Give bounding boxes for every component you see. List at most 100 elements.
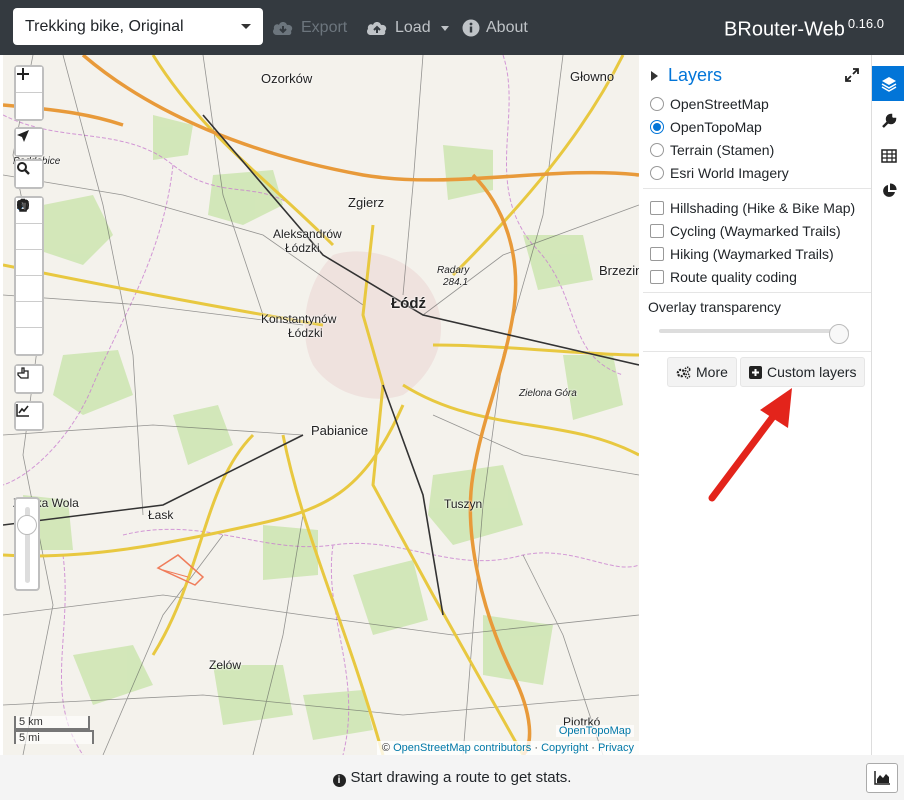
layers-icon: [881, 76, 896, 92]
checkbox[interactable]: [650, 247, 664, 261]
tab-analysis[interactable]: [872, 173, 904, 208]
area-chart-icon: [874, 771, 890, 785]
cogs-icon: [676, 365, 691, 379]
overlay-transparency-label: Overlay transparency: [648, 299, 782, 315]
search-control: [14, 159, 44, 189]
checkbox[interactable]: [650, 224, 664, 238]
locate-button[interactable]: [16, 129, 42, 155]
place-label: Pabianice: [311, 423, 369, 438]
base-layer-terrain[interactable]: Terrain (Stamen): [650, 142, 774, 158]
cloud-download-icon: [273, 22, 293, 35]
load-label: Load: [395, 19, 431, 36]
custom-layers-label: Custom layers: [767, 364, 857, 380]
base-layer-esri[interactable]: Esri World Imagery: [650, 165, 789, 181]
privacy-link[interactable]: Privacy: [598, 742, 634, 754]
table-icon: [880, 148, 897, 163]
radio-button-checked[interactable]: [650, 120, 664, 134]
slider-handle[interactable]: [17, 515, 37, 535]
pie-chart-icon: [882, 182, 897, 197]
elevation-button[interactable]: [16, 403, 42, 429]
wrench-icon: [881, 113, 896, 128]
reverse-route-button[interactable]: [16, 199, 42, 250]
expand-icon[interactable]: [844, 67, 860, 83]
elevation-toggle-button[interactable]: [866, 763, 898, 793]
base-layer-label: Esri World Imagery: [670, 165, 789, 181]
base-layer-label: OpenTopoMap: [670, 119, 762, 135]
place-label: Brzezin: [599, 263, 639, 278]
beeline-button[interactable]: [16, 366, 42, 392]
overlay-hillshading[interactable]: Hillshading (Hike & Bike Map): [650, 200, 855, 216]
radio-button[interactable]: [650, 143, 664, 157]
tab-settings[interactable]: [872, 103, 904, 138]
stats-footer: i Start drawing a route to get stats.: [0, 755, 904, 800]
layers-title: Layers: [668, 65, 723, 85]
route-tools: [14, 196, 44, 356]
hand-pointer-icon: [17, 367, 29, 379]
stats-message-text: Start drawing a route to get stats.: [350, 769, 572, 786]
no-go-area-button[interactable]: [16, 199, 42, 276]
map-tiles: [3, 55, 639, 755]
overlay-cycling[interactable]: Cycling (Waymarked Trails): [650, 223, 841, 239]
place-label: Łódź: [391, 295, 426, 312]
base-layer-osm[interactable]: OpenStreetMap: [650, 96, 769, 112]
place-label: Łódzki: [285, 241, 320, 255]
beeline-control: [14, 364, 44, 394]
tab-layers[interactable]: [872, 66, 904, 101]
export-button[interactable]: Export: [271, 17, 347, 39]
delete-route-button[interactable]: [16, 198, 42, 354]
line-chart-icon: [16, 404, 29, 417]
info-circle-icon: [462, 19, 480, 37]
overlay-transparency-slider[interactable]: [659, 329, 849, 333]
base-layer-label: OpenStreetMap: [670, 96, 769, 112]
tab-table[interactable]: [872, 138, 904, 173]
top-navbar: Trekking bike, Original Export Load Abou…: [0, 0, 904, 55]
scale-mi: 5 mi: [14, 730, 94, 744]
overlay-label: Route quality coding: [670, 269, 797, 285]
place-label: Zelów: [209, 658, 242, 672]
delete-last-point-button[interactable]: [16, 202, 42, 328]
layers-sidebar: Layers OpenStreetMap OpenTopoMap Terrain…: [639, 55, 871, 755]
place-label: Tuszyn: [444, 497, 483, 511]
route-opacity-slider[interactable]: [14, 497, 40, 591]
radio-button[interactable]: [650, 166, 664, 180]
circle-no-go-button[interactable]: [16, 199, 42, 302]
radio-button[interactable]: [650, 97, 664, 111]
elevation-control: [14, 401, 44, 431]
place-label: Aleksandrów: [273, 227, 342, 241]
place-label: Konstantynów: [261, 312, 337, 326]
custom-layers-button[interactable]: Custom layers: [740, 357, 866, 387]
osm-contributors-link[interactable]: OpenStreetMap contributors: [393, 742, 531, 754]
slider-handle[interactable]: [829, 324, 849, 344]
checkbox[interactable]: [650, 201, 664, 215]
profile-select[interactable]: Trekking bike, Original: [13, 8, 263, 45]
overlay-route-quality[interactable]: Route quality coding: [650, 269, 797, 285]
chevron-down-icon: [241, 24, 251, 29]
zoom-out-button[interactable]: [16, 73, 42, 119]
map-view[interactable]: Ozorków Głowno Zgierz Aleksandrów Łódzki…: [3, 55, 639, 755]
checkbox[interactable]: [650, 270, 664, 284]
about-button[interactable]: About: [462, 17, 528, 39]
opentopomap-attribution[interactable]: OpenTopoMap: [555, 725, 634, 737]
cloud-upload-icon: [367, 22, 387, 35]
caret-right-icon: [651, 70, 658, 81]
scale-km: 5 km: [14, 716, 90, 730]
copyright-link[interactable]: Copyright: [541, 742, 588, 754]
load-button[interactable]: Load: [365, 17, 449, 39]
chevron-down-icon: [440, 25, 449, 31]
place-label: Ozorków: [261, 71, 313, 86]
sidebar-tabs: [871, 55, 904, 755]
base-layer-label: Terrain (Stamen): [670, 142, 775, 158]
layers-header[interactable]: Layers: [651, 65, 722, 86]
plus-square-icon: [749, 365, 762, 379]
version-number: 0.16.0: [847, 16, 884, 31]
brand-title: BRouter-Web 0.16.0: [724, 16, 884, 42]
place-label: Głowno: [570, 69, 615, 84]
more-layers-button[interactable]: More: [667, 357, 737, 387]
place-label: Radary: [437, 265, 470, 276]
overlay-hiking[interactable]: Hiking (Waymarked Trails): [650, 246, 834, 262]
overlay-label: Hillshading (Hike & Bike Map): [670, 200, 856, 216]
search-button[interactable]: [16, 161, 42, 187]
base-layer-opentopomap[interactable]: OpenTopoMap: [650, 119, 762, 135]
divider: [643, 188, 871, 189]
export-label: Export: [301, 19, 348, 36]
